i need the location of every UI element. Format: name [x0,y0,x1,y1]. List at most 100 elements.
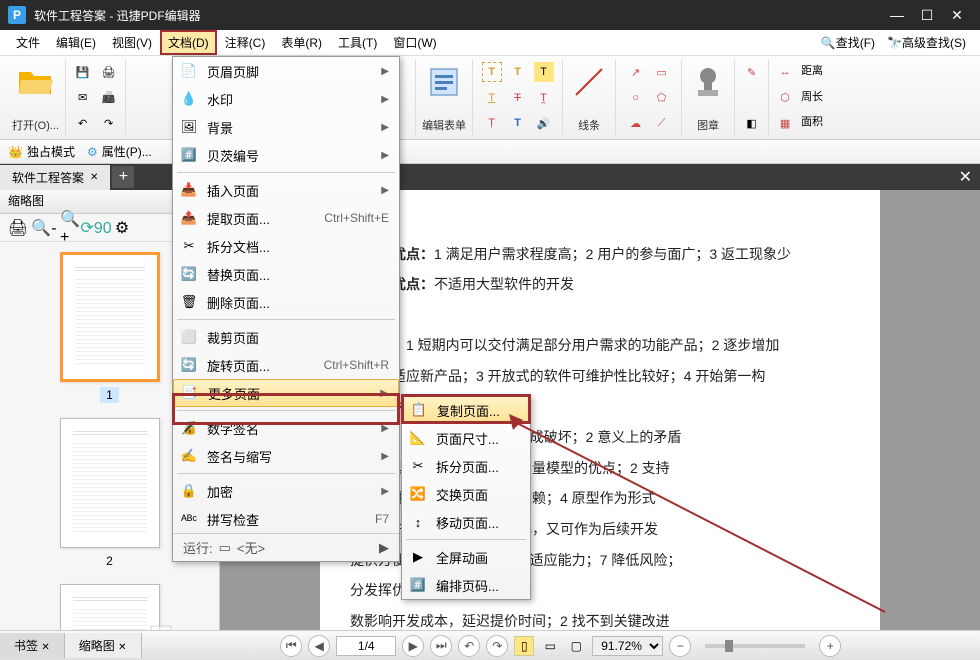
zoom-in-button[interactable]: + [819,635,841,657]
oval-icon[interactable]: ○ [626,88,646,108]
menu-item-19[interactable]: ᴬᴮᶜ拼写检查F7 [173,505,399,533]
rect-icon[interactable]: ▭ [652,62,672,82]
submenu-item-6[interactable]: ▶全屏动画 [402,543,530,571]
line-icon[interactable] [569,62,609,102]
polygon-icon[interactable]: ⬠ [652,88,672,108]
menu-document[interactable]: 文档(D) [160,30,217,55]
menu-item-0[interactable]: 📄页眉页脚▶ [173,57,399,85]
add-tab-button[interactable]: + [112,166,134,188]
submenu-item-4[interactable]: ↕移动页面... [402,508,530,536]
tabs-close-icon[interactable]: ✕ [951,167,980,187]
menu-view[interactable]: 视图(V) [104,30,160,55]
print-icon[interactable]: 🖨 [99,62,119,82]
thumb-print-icon[interactable]: 🖨 [8,218,28,238]
page-input[interactable] [336,636,396,656]
menu-item-5[interactable]: 📥插入页面▶ [173,176,399,204]
nav-back-button[interactable]: ↶ [458,635,480,657]
thumb-page-2[interactable] [60,418,160,548]
distance-icon[interactable]: ↔ [775,62,795,82]
cloud-icon[interactable]: ☁ [626,113,646,133]
text-dotted-icon[interactable]: Ṭ [482,113,502,133]
thumb-gear-icon[interactable]: ⚙ [112,218,132,238]
thumb-rotate-icon[interactable]: ⟳90 [86,218,106,238]
menu-item-1[interactable]: 💧水印▶ [173,85,399,113]
zoom-slider[interactable] [705,644,805,648]
submenu-item-3[interactable]: 🔀交换页面 [402,480,530,508]
highlight-icon[interactable]: T [534,62,554,82]
properties-button[interactable]: ⚙ 属性(P)... [87,143,152,160]
close-tab-icon[interactable]: ✕ [90,172,98,183]
fit-width-icon[interactable]: ▭ [540,636,560,656]
mail-icon[interactable]: ✉ [73,88,93,108]
next-page-button[interactable]: ▶ [402,635,424,657]
fit-page-icon[interactable]: ▯ [514,636,534,656]
zoom-out-button[interactable]: − [669,635,691,657]
adv-find-button[interactable]: 🔭 高级查找(S) [881,32,972,53]
menu-file[interactable]: 文件 [8,30,48,55]
menu-item-6[interactable]: 📤提取页面...Ctrl+Shift+E [173,204,399,232]
text-box-icon[interactable]: T [482,62,502,82]
sound-icon[interactable]: 🔊 [534,113,554,133]
area-icon[interactable]: ▦ [775,113,795,133]
first-page-button[interactable]: ⏮ [280,635,302,657]
submenu-item-2[interactable]: ✂拆分页面... [402,452,530,480]
eraser-icon[interactable]: ◧ [742,113,762,133]
exclusive-mode-button[interactable]: 👑 独占模式 [8,143,75,160]
thumb-item[interactable] [55,584,165,630]
menu-item-16[interactable]: ✍签名与缩写▶ [173,442,399,470]
status-tab-bookmark[interactable]: 书签 ✕ [0,633,65,658]
menu-item-13[interactable]: 📑更多页面▶ [173,379,399,407]
menu-item-7[interactable]: ✂拆分文档... [173,232,399,260]
redo-icon[interactable]: ↷ [99,113,119,133]
thumb-page-1[interactable] [60,252,160,382]
text-blue-icon[interactable]: T [508,113,528,133]
menu-item-18[interactable]: 🔒加密▶ [173,477,399,505]
open-icon[interactable] [16,62,56,102]
close-button[interactable]: ✕ [942,3,972,27]
thumb-item[interactable]: 1 [55,252,165,404]
menu-item-11[interactable]: ⬜裁剪页面 [173,323,399,351]
text-strike-icon[interactable]: T [508,88,528,108]
form-icon[interactable] [424,62,464,102]
prev-page-button[interactable]: ◀ [308,635,330,657]
polyline-icon[interactable]: ⟋ [652,113,672,133]
thumb-zoom-in-icon[interactable]: 🔍+ [60,218,80,238]
nav-fwd-button[interactable]: ↷ [486,635,508,657]
menu-item-8[interactable]: 🔄替换页面... [173,260,399,288]
submenu-item-1[interactable]: 📐页面尺寸... [402,424,530,452]
thumb-zoom-out-icon[interactable]: 🔍- [34,218,54,238]
menu-comment[interactable]: 注释(C) [217,30,274,55]
find-button[interactable]: 🔍 查找(F) [815,32,881,53]
menu-tools[interactable]: 工具(T) [330,30,385,55]
fit-actual-icon[interactable]: ▢ [566,636,586,656]
close-icon[interactable]: ✕ [41,642,49,653]
minimize-button[interactable]: — [882,3,912,27]
submenu-item-7[interactable]: #️⃣编排页码... [402,571,530,599]
maximize-button[interactable]: ☐ [912,3,942,27]
text-underline-icon[interactable]: T [482,88,502,108]
undo-icon[interactable]: ↶ [73,113,93,133]
thumb-item[interactable]: 2 [55,418,165,570]
last-page-button[interactable]: ⏭ [430,635,452,657]
menu-window[interactable]: 窗口(W) [385,30,444,55]
submenu-item-0[interactable]: 📋复制页面... [402,396,530,424]
doc-tab[interactable]: 软件工程答案 ✕ [0,165,110,190]
menu-form[interactable]: 表单(R) [273,30,330,55]
perimeter-icon[interactable]: ⬡ [775,88,795,108]
status-tab-thumb[interactable]: 缩略图 ✕ [65,633,142,658]
text-out-icon[interactable]: T [508,62,528,82]
arrow-icon[interactable]: ↗ [626,62,646,82]
run-row[interactable]: 运行: ▭ <无> ▶ [173,533,399,561]
close-icon[interactable]: ✕ [118,642,126,653]
zoom-select[interactable]: 91.72% [592,636,663,656]
menu-edit[interactable]: 编辑(E) [48,30,104,55]
pencil-icon[interactable]: ✎ [742,62,762,82]
menu-item-12[interactable]: 🔄旋转页面...Ctrl+Shift+R [173,351,399,379]
stamp-icon[interactable] [688,62,728,102]
menu-item-3[interactable]: #️⃣贝茨编号▶ [173,141,399,169]
text-wave-icon[interactable]: T̰ [534,88,554,108]
save-icon[interactable]: 💾 [73,62,93,82]
scan-icon[interactable]: 📠 [99,88,119,108]
menu-item-9[interactable]: 🗑删除页面... [173,288,399,316]
menu-item-15[interactable]: 🔏数字签名▶ [173,414,399,442]
